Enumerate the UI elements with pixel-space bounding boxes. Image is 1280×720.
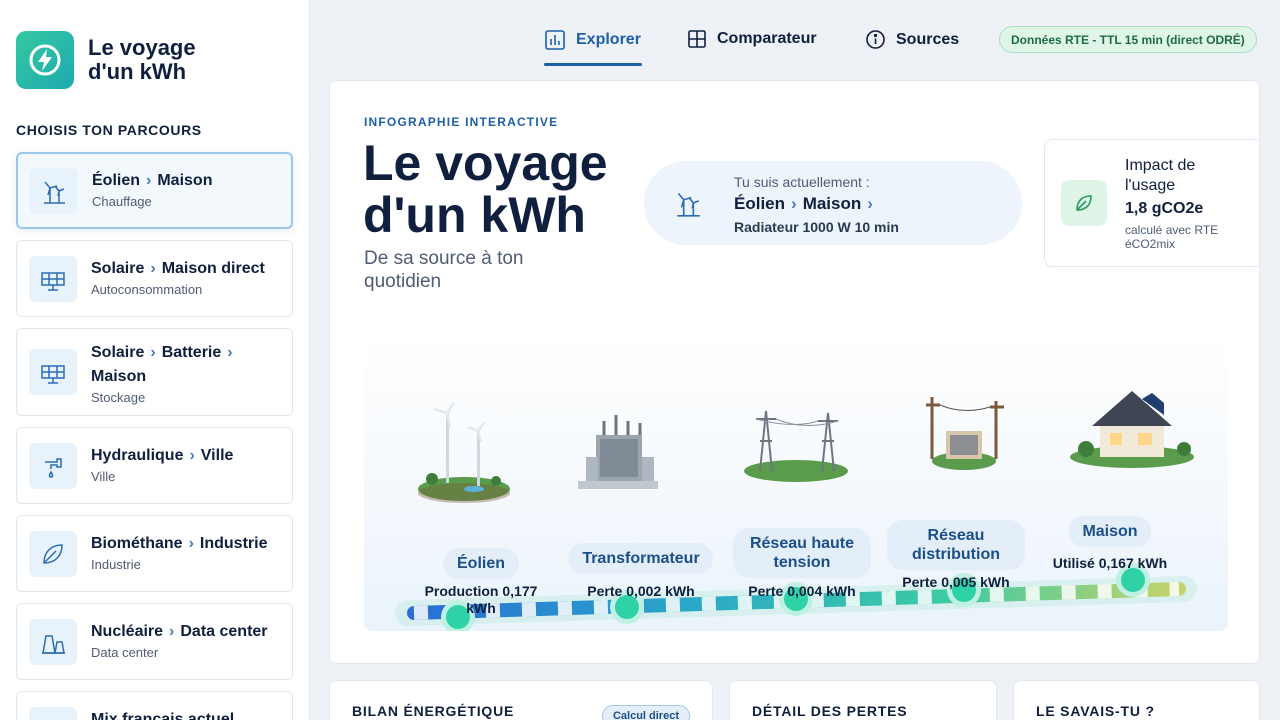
wind-farm-illustration	[418, 402, 510, 503]
lightning-logo-icon	[16, 31, 74, 89]
impact-value: 1,8 gCO2e	[1125, 200, 1204, 217]
stage-label-transformateur[interactable]: Transformateur	[568, 543, 714, 574]
leaf-icon	[1061, 180, 1107, 226]
stage-metric-distribution: Perte 0,005 kWh	[902, 574, 1010, 590]
stage-label-distribution[interactable]: Réseau distribution	[887, 520, 1025, 570]
wind-turbine-icon	[30, 168, 78, 214]
route-mix-francais[interactable]: Mix français actuel	[16, 691, 293, 720]
stage-metric-eolien: Production 0,177 kWh	[424, 583, 538, 616]
stage-label-haute-tension[interactable]: Réseau haute tension	[733, 528, 871, 578]
current-route-pill[interactable]: Tu suis actuellement : Éolien › Maison › Ra…	[644, 161, 1022, 245]
route-via: Batterie	[161, 344, 222, 361]
impact-card: Impact de l'usage 1,8 gCO2e calculé avec…	[1044, 139, 1259, 267]
kicker: INFOGRAPHIE INTERACTIVE	[364, 115, 559, 129]
tab-sources[interactable]: Sources	[865, 29, 959, 50]
route-from: Nucléaire	[91, 623, 164, 640]
route-sub: Autoconsommation	[91, 282, 203, 297]
current-to: Maison	[802, 194, 862, 213]
active-tab-indicator	[544, 63, 642, 66]
tab-explorer-label: Explorer	[576, 31, 641, 48]
solar-panel-icon	[29, 349, 77, 395]
bar-chart-icon	[545, 30, 565, 50]
high-voltage-pylons-illustration	[744, 410, 848, 482]
route-eolien-maison[interactable]: Éolien › Maison Chauffage	[16, 152, 293, 229]
pertes-title: DÉTAIL DES PERTES	[752, 703, 908, 719]
distribution-substation-illustration	[926, 397, 1004, 470]
route-from: Solaire	[91, 260, 145, 277]
house-illustration	[1070, 391, 1194, 468]
page-title: Le voyage d'un kWh	[363, 135, 608, 243]
current-detail: Radiateur 1000 W 10 min	[734, 219, 899, 235]
route-to: Maison	[91, 368, 147, 385]
transformer-illustration	[578, 415, 658, 489]
bilan-energetique-card: BILAN ÉNERGÉTIQUE Calcul direct	[329, 680, 713, 720]
power-plant-icon	[29, 619, 77, 665]
stage-metric-maison: Utilisé 0,167 kWh	[1052, 555, 1168, 571]
route-biomethane-industrie[interactable]: Biométhane › Industrie Industrie	[16, 515, 293, 592]
stage-metric-haute-tension: Perte 0,004 kWh	[748, 583, 856, 599]
solar-panel-icon	[29, 256, 77, 302]
route-sub: Chauffage	[92, 194, 152, 209]
info-icon	[866, 30, 885, 49]
impact-title: Impact de l'usage	[1125, 157, 1196, 194]
tab-sources-label: Sources	[896, 30, 960, 48]
current-label: Tu suis actuellement :	[734, 174, 870, 190]
route-to: Ville	[200, 447, 234, 464]
route-solaire-maison-direct[interactable]: Solaire › Maison direct Autoconsommation	[16, 240, 293, 317]
bilan-title: BILAN ÉNERGÉTIQUE	[352, 703, 515, 719]
route-to: Industrie	[199, 535, 268, 552]
tab-comparateur-label: Comparateur	[717, 30, 817, 47]
route-sub: Stockage	[91, 390, 146, 405]
route-from: Hydraulique	[91, 447, 184, 464]
savais-title: LE SAVAIS-TU ?	[1036, 703, 1155, 719]
page-subtitle: De sa source à ton quotidien	[364, 248, 524, 292]
section-label: CHOISIS TON PARCOURS	[16, 122, 202, 138]
tab-comparateur[interactable]: Comparateur	[687, 29, 817, 49]
stage-metric-transformateur: Perte 0,002 kWh	[587, 583, 695, 599]
detail-pertes-card: DÉTAIL DES PERTES	[729, 680, 997, 720]
current-from: Éolien	[734, 194, 786, 213]
stage-label-eolien[interactable]: Éolien	[442, 548, 520, 579]
calc-direct-badge: Calcul direct	[601, 705, 690, 720]
sidebar: Le voyage d'un kWh CHOISIS TON PARCOURS …	[0, 0, 310, 720]
route-to: Maison direct	[161, 260, 265, 277]
wind-turbine-icon	[668, 183, 708, 223]
route-to: Maison	[157, 172, 213, 189]
brand-title: Le voyage d'un kWh	[88, 35, 196, 84]
route-hydraulique-ville[interactable]: Hydraulique › Ville Ville	[16, 427, 293, 504]
stage-label-maison[interactable]: Maison	[1068, 516, 1152, 547]
route-from: Mix français actuel	[91, 711, 235, 720]
mix-icon	[29, 707, 77, 720]
top-nav: Explorer Comparateur Sources Données RTE…	[310, 0, 1280, 78]
brand[interactable]: Le voyage d'un kWh	[16, 31, 228, 89]
route-to: Data center	[180, 623, 268, 640]
route-from: Éolien	[92, 172, 141, 189]
route-sub: Data center	[91, 645, 159, 660]
water-tap-icon	[29, 443, 77, 489]
le-savais-tu-card: LE SAVAIS-TU ?	[1013, 680, 1260, 720]
route-solaire-batterie-maison[interactable]: Solaire › Batterie › Maison Stockage	[16, 328, 293, 416]
tab-explorer[interactable]: Explorer	[544, 29, 641, 51]
hero-card: INFOGRAPHIE INTERACTIVE Le voyage d'un k…	[329, 80, 1260, 664]
route-from: Solaire	[91, 344, 145, 361]
route-from: Biométhane	[91, 535, 183, 552]
grid-icon	[688, 30, 706, 48]
impact-note: calculé avec RTE éCO2mix	[1125, 223, 1219, 251]
route-sub: Ville	[91, 469, 116, 484]
leaf-icon	[29, 531, 77, 577]
data-source-badge: Données RTE - TTL 15 min (direct ODRÉ)	[999, 26, 1257, 53]
route-nucleaire-data-center[interactable]: Nucléaire › Data center Data center	[16, 603, 293, 680]
route-sub: Industrie	[91, 557, 141, 572]
